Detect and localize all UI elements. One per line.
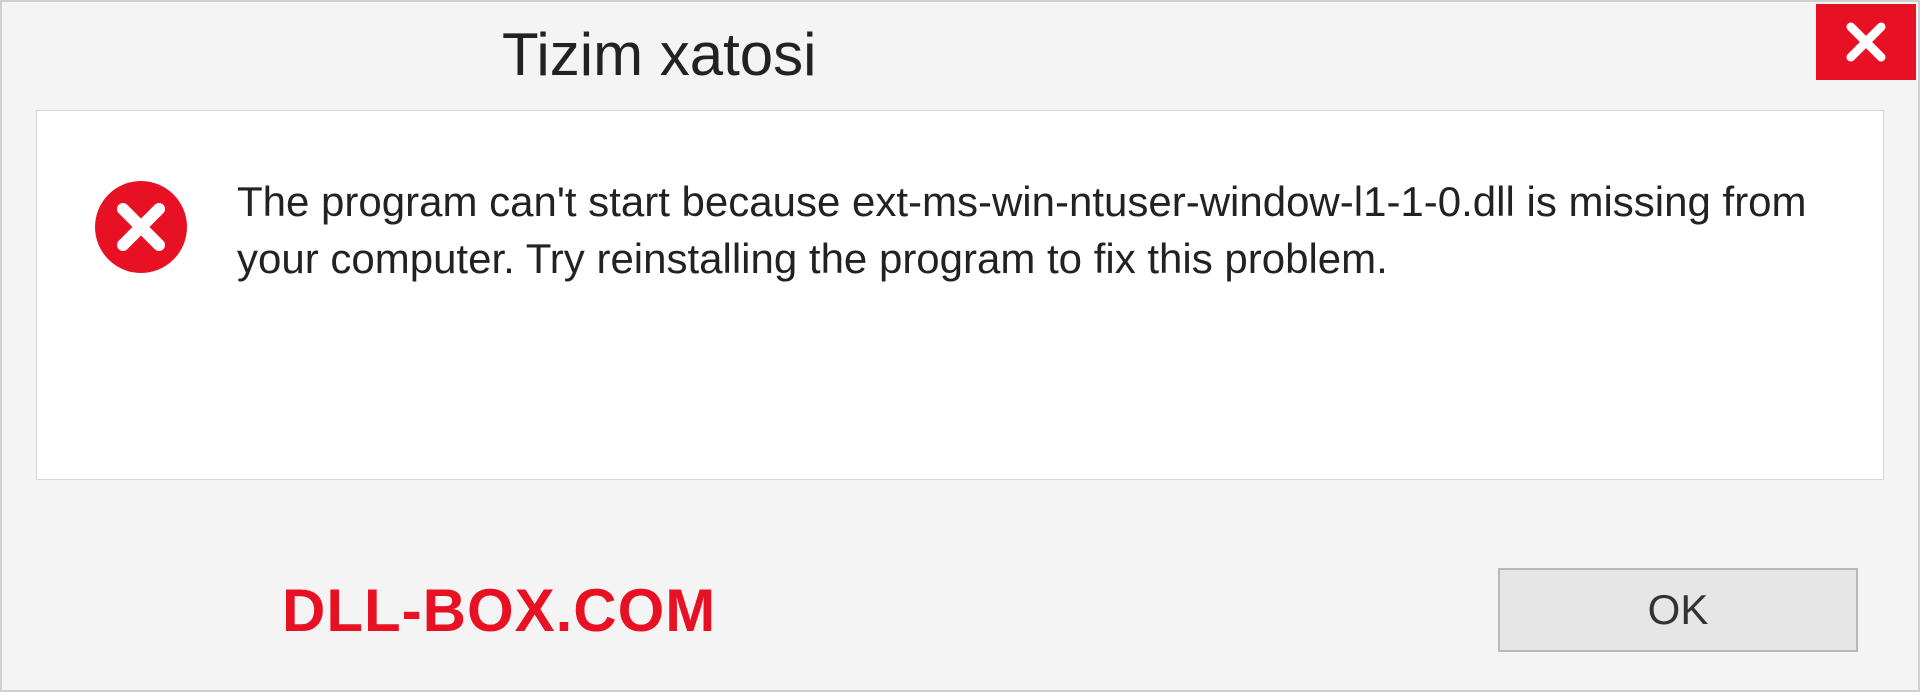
error-message: The program can't start because ext-ms-w… [237,171,1827,287]
watermark-text: DLL-BOX.COM [282,576,716,645]
dialog-footer: DLL-BOX.COM OK [2,530,1918,690]
dialog-title: Tizim xatosi [2,2,816,89]
titlebar: Tizim xatosi [2,2,1918,110]
error-icon [93,179,189,275]
content-panel: The program can't start because ext-ms-w… [36,110,1884,480]
error-dialog: Tizim xatosi The program can't start bec… [0,0,1920,692]
ok-button[interactable]: OK [1498,568,1858,652]
close-button[interactable] [1816,4,1916,80]
close-icon [1840,16,1892,68]
